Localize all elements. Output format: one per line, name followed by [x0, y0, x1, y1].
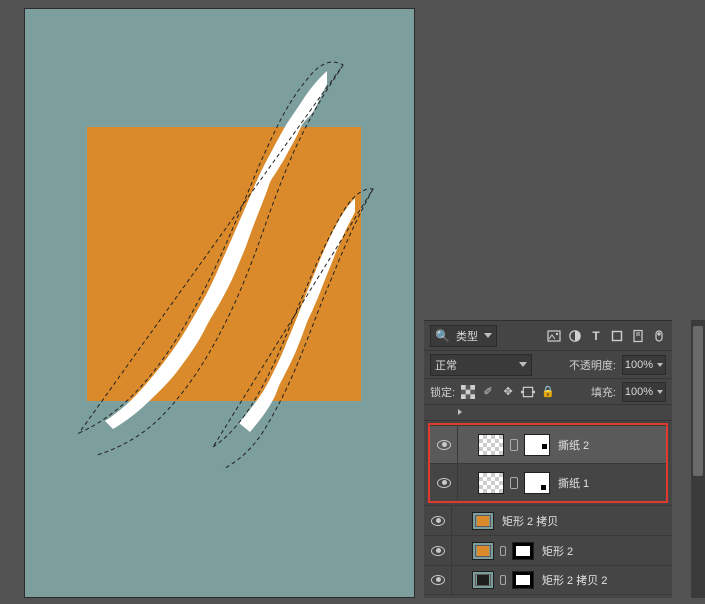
- filter-type-select[interactable]: 🔍 类型: [430, 325, 497, 347]
- layer-row[interactable]: 撕纸 1: [430, 463, 666, 501]
- opacity-value[interactable]: 100%: [622, 355, 666, 375]
- visibility-toggle[interactable]: [430, 464, 458, 501]
- scrollbar-thumb[interactable]: [693, 326, 703, 476]
- layer-name[interactable]: 矩形 2 拷贝 2: [542, 572, 607, 588]
- layer-thumbnail[interactable]: [472, 512, 494, 530]
- lock-icons-group: ✐ ✥ 🔒: [461, 385, 555, 399]
- visibility-toggle[interactable]: [424, 536, 452, 565]
- eye-icon: [431, 575, 445, 585]
- layer-row[interactable]: 矩形 2: [424, 535, 672, 565]
- layer-name[interactable]: 撕纸 2: [558, 437, 589, 453]
- fill-value[interactable]: 100%: [622, 382, 666, 402]
- filter-toggle-icon[interactable]: [652, 329, 666, 343]
- search-icon: 🔍: [435, 329, 450, 343]
- filter-adjustment-icon[interactable]: [568, 329, 582, 343]
- fill-label: 填充:: [591, 384, 616, 400]
- layer-row[interactable]: 矩形 2 拷贝 2: [424, 565, 672, 595]
- filter-shape-icon[interactable]: [610, 329, 624, 343]
- blend-mode-value: 正常: [435, 357, 457, 373]
- opacity-label: 不透明度:: [569, 357, 616, 373]
- layer-name[interactable]: 矩形 2: [542, 543, 573, 559]
- chevron-down-icon: [657, 390, 663, 394]
- layer-row[interactable]: 撕纸 2: [430, 425, 666, 463]
- link-icon[interactable]: [500, 546, 506, 556]
- eye-icon: [431, 516, 445, 526]
- lock-pixels-icon[interactable]: [461, 385, 475, 399]
- filter-image-icon[interactable]: [547, 329, 561, 343]
- visibility-toggle[interactable]: [424, 566, 452, 594]
- lock-all-icon[interactable]: 🔒: [541, 385, 555, 399]
- mask-thumbnail[interactable]: [512, 542, 534, 560]
- lock-brush-icon[interactable]: ✐: [481, 385, 495, 399]
- filter-icons: T: [547, 329, 666, 343]
- layer-row[interactable]: 矩形 2 拷贝: [424, 505, 672, 535]
- mask-thumbnail[interactable]: [512, 571, 534, 589]
- layers-filter-bar: 🔍 类型 T: [424, 321, 672, 351]
- visibility-toggle[interactable]: [430, 426, 458, 463]
- layer-thumbnail[interactable]: [472, 571, 494, 589]
- blend-mode-select[interactable]: 正常: [430, 354, 532, 376]
- layer-thumbnail[interactable]: [478, 472, 504, 494]
- filter-type-label: 类型: [456, 328, 478, 344]
- layers-panel: 🔍 类型 T 正常 不透明度: 100% 锁定: ✐ ✥ 🔒: [424, 320, 672, 598]
- layer-name[interactable]: 撕纸 1: [558, 475, 589, 491]
- layer-name[interactable]: 矩形 2 拷贝: [502, 513, 558, 529]
- chevron-down-icon: [519, 362, 527, 367]
- eye-icon: [431, 546, 445, 556]
- eye-icon: [437, 440, 451, 450]
- mask-thumbnail[interactable]: [524, 434, 550, 456]
- lock-position-icon[interactable]: ✥: [501, 385, 515, 399]
- panel-scrollbar[interactable]: [691, 320, 705, 598]
- lock-artboard-icon[interactable]: [521, 385, 535, 399]
- mask-thumbnail[interactable]: [524, 472, 550, 494]
- link-icon[interactable]: [500, 575, 506, 585]
- blend-opacity-row: 正常 不透明度: 100%: [424, 351, 672, 379]
- filter-smart-icon[interactable]: [631, 329, 645, 343]
- link-icon[interactable]: [510, 477, 518, 489]
- lock-label: 锁定:: [430, 384, 455, 400]
- eye-icon: [437, 478, 451, 488]
- visibility-toggle[interactable]: [424, 506, 452, 535]
- chevron-down-icon: [657, 363, 663, 367]
- highlight-annotation: 撕纸 2 撕纸 1: [428, 423, 668, 503]
- filter-text-icon[interactable]: T: [589, 329, 603, 343]
- collapsed-group-row[interactable]: [424, 405, 672, 421]
- chevron-down-icon: [484, 333, 492, 338]
- link-icon[interactable]: [510, 439, 518, 451]
- document-canvas[interactable]: [24, 8, 415, 598]
- layer-thumbnail[interactable]: [472, 542, 494, 560]
- layer-thumbnail[interactable]: [478, 434, 504, 456]
- lock-fill-row: 锁定: ✐ ✥ 🔒 填充: 100%: [424, 379, 672, 405]
